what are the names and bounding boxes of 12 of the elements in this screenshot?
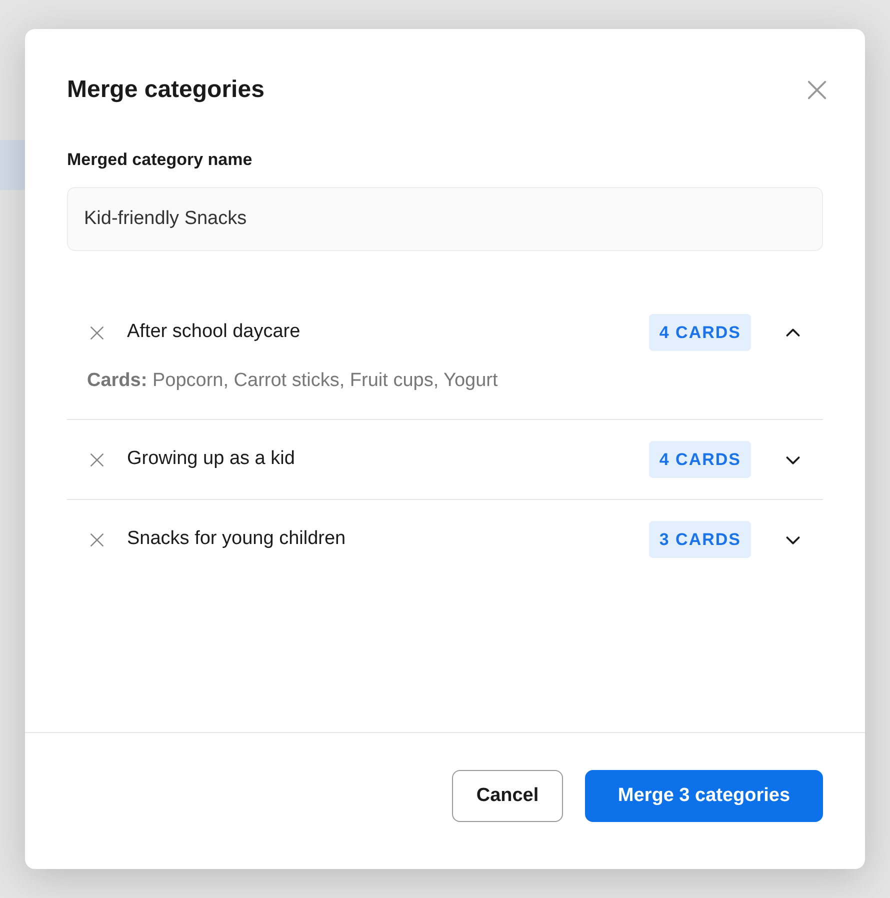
merge-button[interactable]: Merge 3 categories bbox=[585, 770, 823, 822]
category-name: After school daycare bbox=[127, 320, 302, 344]
dialog-title: Merge categories bbox=[67, 75, 264, 105]
card-count-badge: 4 CARDS bbox=[649, 440, 751, 478]
category-name: Growing up as a kid bbox=[127, 447, 296, 472]
card-count-badge: 3 CARDS bbox=[649, 520, 751, 558]
category-name: Snacks for young children bbox=[127, 527, 347, 552]
name-field[interactable]: Kid-friendly Snacks bbox=[67, 186, 823, 250]
cancel-button[interactable]: Cancel bbox=[452, 770, 563, 822]
card-list: Cards: Popcorn, Carrot sticks, Fruit cups, Yogurt bbox=[87, 366, 803, 419]
card-count-badge: 4 CARDS bbox=[649, 314, 751, 352]
field-label: Merged category name bbox=[67, 149, 254, 171]
